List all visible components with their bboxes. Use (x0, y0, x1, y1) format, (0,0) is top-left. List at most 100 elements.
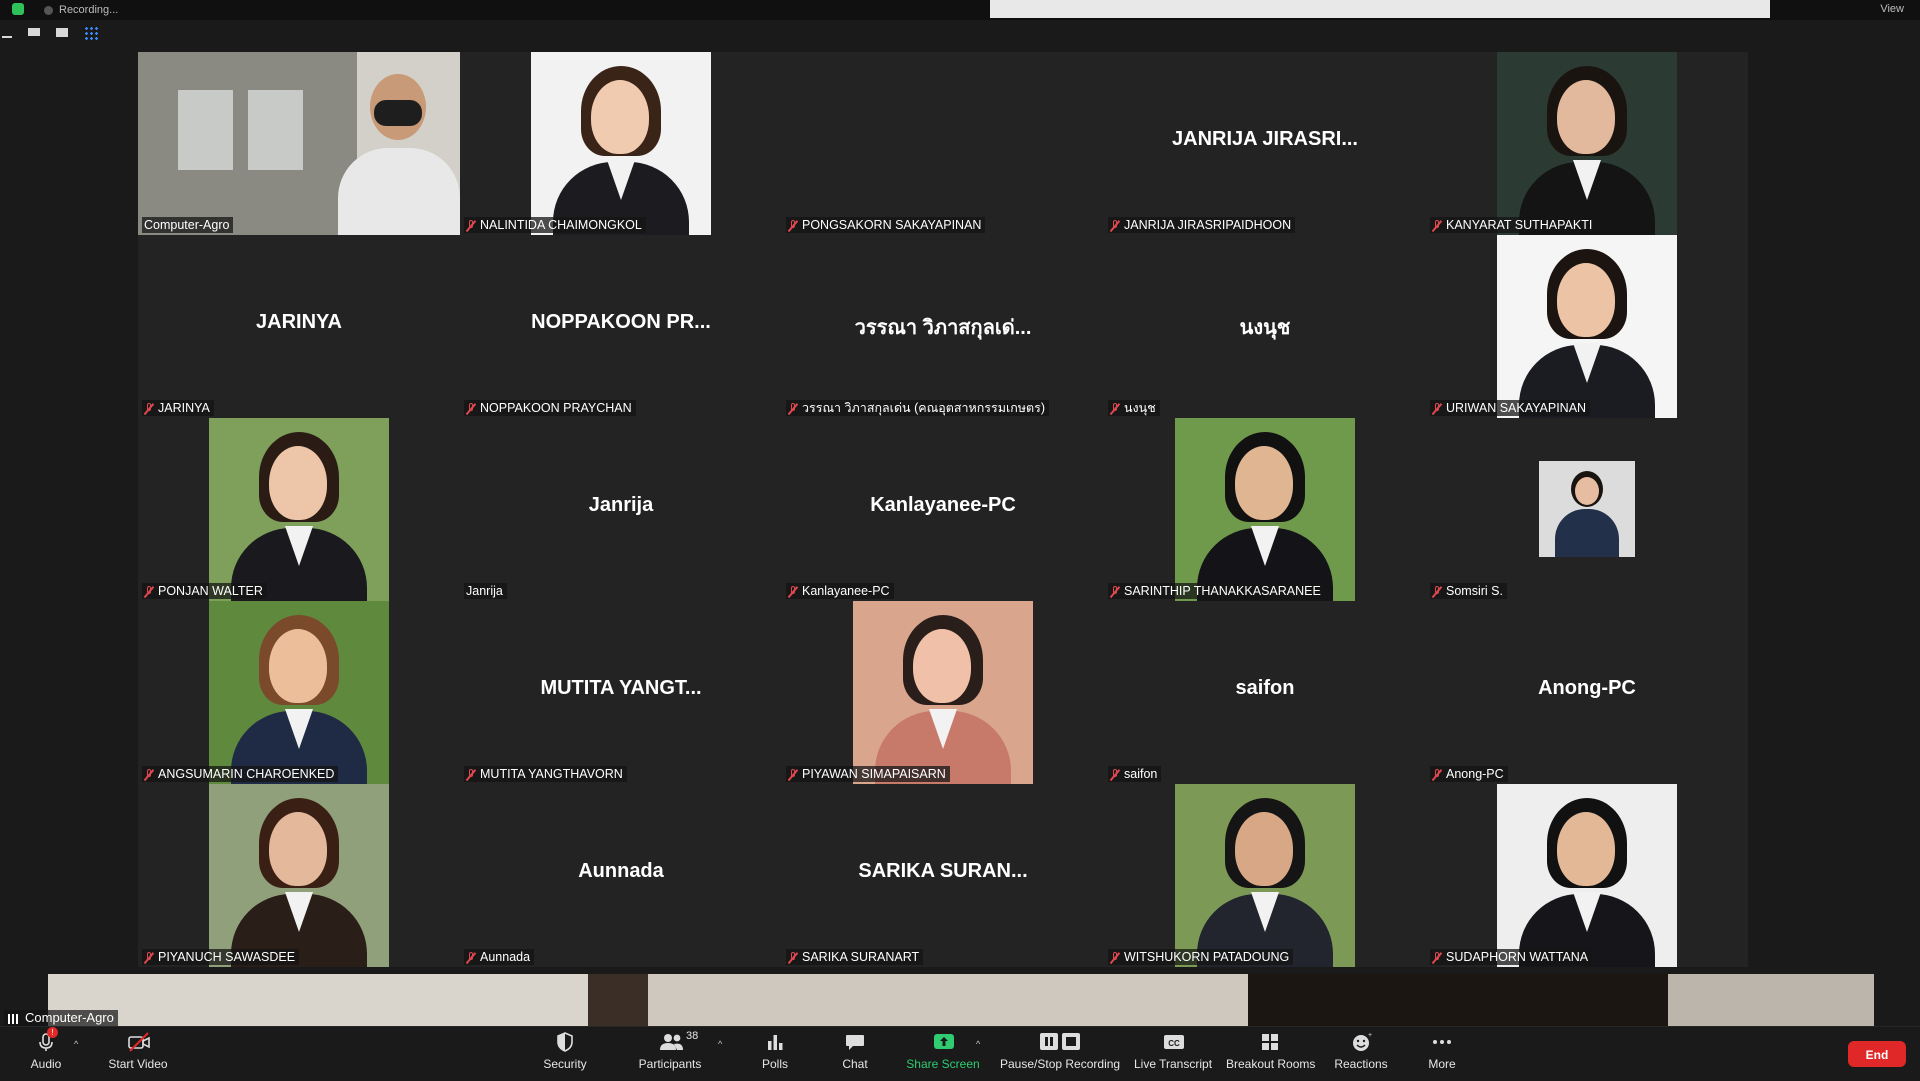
strip-bg (588, 974, 648, 1026)
recording-indicator[interactable]: Recording... (44, 2, 118, 18)
participant-tile[interactable]: WITSHUKORN PATADOUNG (1104, 784, 1426, 967)
participant-display-name: JARINYA (256, 311, 342, 333)
strip-bg (648, 974, 1248, 1026)
filmstrip-view-icon[interactable] (56, 28, 68, 37)
participant-tile[interactable]: Computer-Agro (138, 52, 460, 235)
chat-button[interactable]: Chat (838, 1031, 872, 1077)
participant-tile[interactable]: Aunnada Aunnada (460, 784, 782, 967)
participant-video (1497, 784, 1677, 967)
chat-icon (844, 1031, 866, 1053)
security-shield-icon[interactable] (12, 3, 24, 15)
participant-tile[interactable]: นงนุช นงนุช (1104, 235, 1426, 418)
participant-tile[interactable]: Anong-PC Anong-PC (1426, 601, 1748, 784)
breakout-rooms-button[interactable]: Breakout Rooms (1226, 1031, 1315, 1077)
svg-text:CC: CC (1168, 1039, 1180, 1048)
view-mode-toggles (0, 24, 110, 44)
participant-nameplate: PIYANUCH SAWASDEE (142, 949, 300, 965)
mic-muted-icon (1110, 585, 1120, 598)
share-screen-button[interactable]: Share Screen (906, 1031, 980, 1077)
participant-display-name: NOPPAKOON PR... (531, 311, 711, 333)
participant-tile[interactable]: SARIKA SURAN... SARIKA SURANART (782, 784, 1104, 967)
participant-tile[interactable]: URIWAN SAKAYAPINAN (1426, 235, 1748, 418)
strip-bg (48, 974, 588, 1026)
participant-name: NOPPAKOON PRAYCHAN (480, 401, 632, 415)
participant-tile[interactable]: NALINTIDA CHAIMONGKOL (460, 52, 782, 235)
participant-name: PONJAN WALTER (158, 584, 263, 598)
security-label: Security (543, 1057, 587, 1071)
participant-nameplate: ANGSUMARIN CHAROENKED (142, 766, 339, 782)
participant-tile[interactable]: NOPPAKOON PR... NOPPAKOON PRAYCHAN (460, 235, 782, 418)
participant-name: ANGSUMARIN CHAROENKED (158, 767, 335, 781)
participant-tile[interactable]: KANYARAT SUTHAPAKTI (1426, 52, 1748, 235)
audio-options-caret[interactable]: ^ (74, 1039, 78, 1049)
participants-label: Participants (638, 1057, 702, 1071)
participant-nameplate: JARINYA (142, 400, 214, 416)
meeting-toolbar: ! Audio ^ Start Video Security 38 Partic… (0, 1026, 1920, 1081)
participant-video (1175, 784, 1355, 967)
polls-button[interactable]: Polls (758, 1031, 792, 1077)
participant-tile[interactable]: Somsiri S. (1426, 418, 1748, 601)
participant-tile[interactable]: SUDAPHORN WATTANA (1426, 784, 1748, 967)
participant-tile[interactable]: saifon saifon (1104, 601, 1426, 784)
speaker-view-icon[interactable] (28, 28, 40, 36)
reactions-button[interactable]: + Reactions (1334, 1031, 1388, 1077)
participant-tile[interactable]: Kanlayanee-PC Kanlayanee-PC (782, 418, 1104, 601)
participant-nameplate: MUTITA YANGTHAVORN (464, 766, 627, 782)
participant-nameplate: Kanlayanee-PC (786, 583, 894, 599)
recording-button[interactable]: Pause/Stop Recording (1000, 1031, 1120, 1077)
participant-tile[interactable]: PONJAN WALTER (138, 418, 460, 601)
minimize-icon[interactable] (2, 36, 12, 38)
participant-name: PIYANUCH SAWASDEE (158, 950, 296, 964)
share-options-caret[interactable]: ^ (976, 1039, 980, 1049)
polls-icon (764, 1031, 786, 1053)
mic-muted-icon (1432, 951, 1442, 964)
participant-video (209, 784, 389, 967)
view-menu-button[interactable]: View (1880, 3, 1904, 15)
participants-options-caret[interactable]: ^ (718, 1039, 722, 1049)
participant-tile[interactable]: JARINYA JARINYA (138, 235, 460, 418)
participant-tile[interactable]: SARINTHIP THANAKKASARANEE (1104, 418, 1426, 601)
live-transcript-button[interactable]: CC Live Transcript (1134, 1031, 1212, 1077)
share-screen-icon (932, 1031, 954, 1053)
security-button[interactable]: Security (538, 1031, 592, 1077)
participant-display-name: JANRIJA JIRASRI... (1172, 128, 1358, 150)
participant-tile[interactable]: วรรณา วิภาสกุลเด่... วรรณา วิภาสกุลเด่น (… (782, 235, 1104, 418)
participant-tile[interactable]: MUTITA YANGT... MUTITA YANGTHAVORN (460, 601, 782, 784)
gallery-view-icon[interactable] (84, 26, 98, 40)
mic-icon: ! (35, 1027, 58, 1053)
participant-video (1497, 235, 1677, 418)
mic-muted-icon (1110, 219, 1120, 232)
mic-muted-icon (1110, 951, 1120, 964)
mic-muted-icon (788, 768, 798, 781)
participant-nameplate: วรรณา วิภาสกุลเด่น (คณอุตสาหกรรมเกษตร) (786, 400, 1050, 416)
participant-name: Janrija (466, 584, 503, 598)
audio-button[interactable]: ! Audio (26, 1027, 66, 1077)
strip-bg (1668, 974, 1874, 1026)
share-screen-label: Share Screen (906, 1057, 980, 1071)
participant-tile[interactable]: PIYANUCH SAWASDEE (138, 784, 460, 967)
self-view-nameplate: Computer-Agro (4, 1010, 118, 1026)
participant-display-name: Aunnada (578, 860, 664, 882)
end-meeting-button[interactable]: End (1848, 1041, 1906, 1067)
smile-icon: + (1350, 1031, 1372, 1053)
participant-name: SARINTHIP THANAKKASARANEE (1124, 584, 1321, 598)
polls-label: Polls (761, 1057, 788, 1071)
participant-nameplate: NOPPAKOON PRAYCHAN (464, 400, 636, 416)
start-video-button[interactable]: Start Video (106, 1031, 170, 1077)
chat-label: Chat (842, 1057, 868, 1071)
participant-display-name: SARIKA SURAN... (858, 860, 1028, 882)
participant-name: Anong-PC (1446, 767, 1504, 781)
participant-tile[interactable]: PONGSAKORN SAKAYAPINAN (782, 52, 1104, 235)
participant-name: นงนุช (1124, 401, 1156, 415)
alert-badge: ! (47, 1027, 58, 1038)
participant-tile[interactable]: Janrija Janrija (460, 418, 782, 601)
participant-tile[interactable]: ANGSUMARIN CHAROENKED (138, 601, 460, 784)
participant-tile[interactable]: JANRIJA JIRASRI... JANRIJA JIRASRIPAIDHOO… (1104, 52, 1426, 235)
participant-tile[interactable]: PIYAWAN SIMAPAISARN (782, 601, 1104, 784)
participant-nameplate: JANRIJA JIRASRIPAIDHOON (1108, 217, 1296, 233)
participants-button[interactable]: 38 Participants (636, 1030, 704, 1077)
participant-name: SARIKA SURANART (802, 950, 920, 964)
more-button[interactable]: More (1424, 1031, 1460, 1077)
participant-name: Kanlayanee-PC (802, 584, 890, 598)
participant-name: วรรณา วิภาสกุลเด่น (คณอุตสาหกรรมเกษตร) (802, 401, 1046, 415)
